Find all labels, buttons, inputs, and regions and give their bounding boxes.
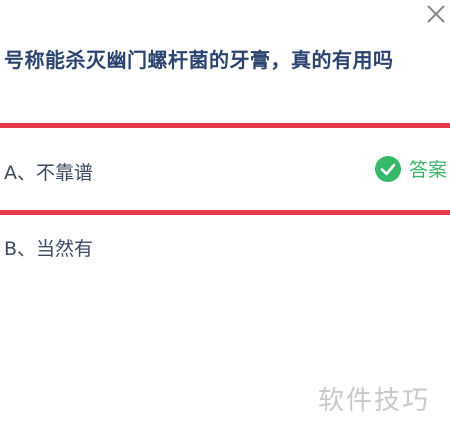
option-a[interactable]: A、不靠谱 答案: [0, 129, 450, 209]
option-b[interactable]: B、当然有: [0, 215, 450, 295]
watermark: 软件技巧: [318, 386, 431, 416]
close-button[interactable]: [424, 2, 448, 26]
option-a-label: A、不靠谱: [4, 162, 93, 184]
option-b-label: B、当然有: [4, 238, 94, 260]
check-circle-icon: [374, 155, 401, 182]
answer-label: 答案: [408, 159, 447, 181]
answer-badge: 答案: [374, 155, 447, 182]
highlight-border-top: [0, 123, 450, 128]
question-text: 号称能杀灭幽门螺杆菌的牙膏，真的有用吗: [4, 48, 394, 72]
close-icon[interactable]: [424, 2, 448, 26]
